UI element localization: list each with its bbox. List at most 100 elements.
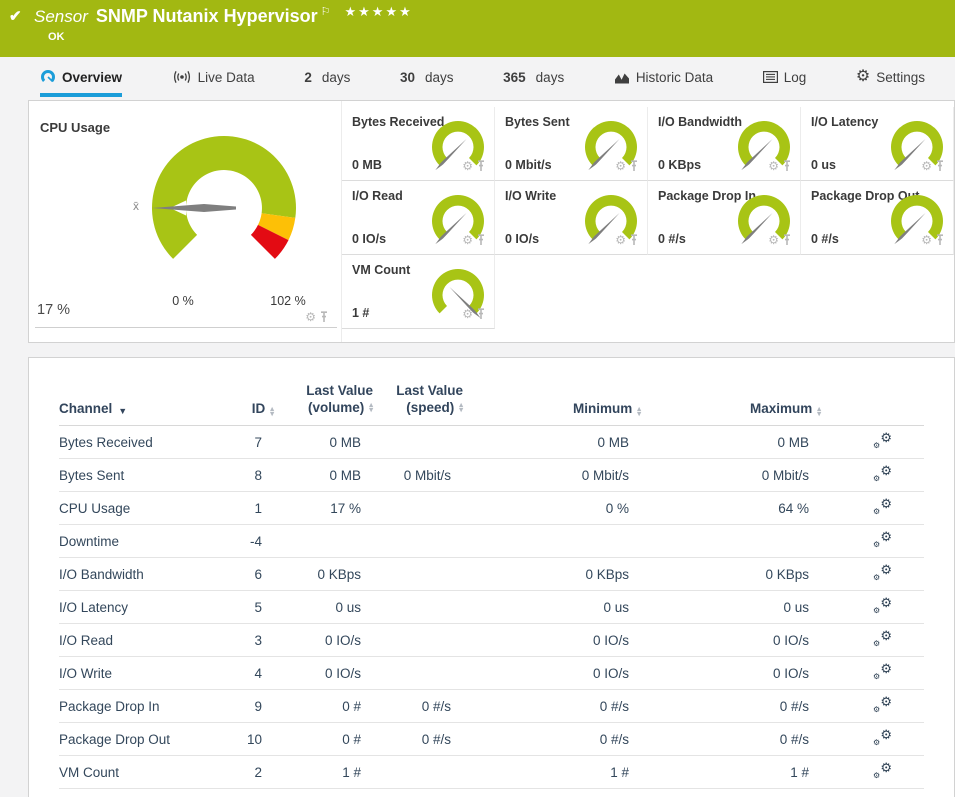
pin-icon[interactable] [476,234,486,246]
gear-icon[interactable]: ⚙ [462,234,473,246]
column-header-channel[interactable]: Channel ▼ [59,401,219,416]
column-header-minimum[interactable]: Minimum ▴▾ [463,401,641,416]
channel-name: CPU Usage [59,501,219,516]
channel-settings-icon[interactable]: ⚙ ⚙ [872,465,892,482]
gear-icon[interactable]: ⚙ [305,311,316,323]
channel-name: Bytes Sent [59,468,219,483]
channel-table-panel: Channel ▼ ID ▴▾ Last Value (volume) ▴▾ L… [28,357,955,797]
table-row[interactable]: Package Drop Out 10 0 # 0 #/s 0 #/s 0 #/… [59,723,924,756]
mini-gauge-value: 0 IO/s [352,232,386,246]
gear-icon[interactable]: ⚙ [768,160,779,172]
mini-gauge-ring [432,195,484,239]
table-row[interactable]: Downtime -4 ⚙ ⚙ [59,525,924,558]
minimum-value: 0 us [463,600,641,615]
channel-settings-icon[interactable]: ⚙ ⚙ [872,597,892,614]
last-value-speed: 0 Mbit/s [373,468,463,483]
pin-icon[interactable] [319,311,329,323]
object-kind-label: Sensor [34,7,88,27]
minimum-value: 0 #/s [463,699,641,714]
maximum-value: 0 IO/s [641,633,821,648]
tab-live-data[interactable]: Live Data [172,57,255,97]
priority-stars[interactable]: ★★★★★ [344,4,412,20]
channel-id: 2 [219,765,274,780]
mini-gauge-value: 0 us [811,158,836,172]
last-value-volume: 0 IO/s [274,633,373,648]
table-row[interactable]: Bytes Received 7 0 MB 0 MB 0 MB ⚙ ⚙ [59,426,924,459]
pin-icon[interactable] [782,234,792,246]
channel-settings-icon[interactable]: ⚙ ⚙ [872,663,892,680]
channel-settings-icon[interactable]: ⚙ ⚙ [872,432,892,449]
mini-gauge-title: I/O Read [352,189,403,203]
last-value-speed: 0 #/s [373,732,463,747]
channel-settings-icon[interactable]: ⚙ ⚙ [872,498,892,515]
mini-gauge-ring [738,121,790,165]
gear-icon[interactable]: ⚙ [462,160,473,172]
last-value-volume: 0 # [274,699,373,714]
gear-icon[interactable]: ⚙ [615,160,626,172]
table-row[interactable]: I/O Write 4 0 IO/s 0 IO/s 0 IO/s ⚙ ⚙ [59,657,924,690]
tab-settings[interactable]: ⚙ Settings [856,57,925,97]
pin-icon[interactable] [476,160,486,172]
gear-icon[interactable]: ⚙ [615,234,626,246]
channel-settings-icon[interactable]: ⚙ ⚙ [872,729,892,746]
channel-id: 4 [219,666,274,681]
tab-365-days[interactable]: 365 days [503,57,564,97]
sort-icon[interactable]: ▴▾ [817,407,821,416]
maximum-value: 0 MB [641,435,821,450]
channel-settings-icon[interactable]: ⚙ ⚙ [872,762,892,779]
empty-cell [801,255,954,329]
table-row[interactable]: I/O Read 3 0 IO/s 0 IO/s 0 IO/s ⚙ ⚙ [59,624,924,657]
channel-settings-icon[interactable]: ⚙ ⚙ [872,564,892,581]
sort-desc-icon[interactable]: ▼ [118,406,127,416]
channel-settings-icon[interactable]: ⚙ ⚙ [872,531,892,548]
mini-gauge-cell: Bytes Sent 0 Mbit/s ⚙ [495,107,648,181]
gear-icon[interactable]: ⚙ [768,234,779,246]
channel-name: I/O Read [59,633,219,648]
column-header-last-value-speed[interactable]: Last Value (speed) ▴▾ [373,382,463,416]
tab-historic-data[interactable]: Historic Data [614,57,713,97]
flag-icon: ⚐ [321,5,331,18]
channel-settings-icon[interactable]: ⚙ ⚙ [872,630,892,647]
table-row[interactable]: VM Count 2 1 # 1 # 1 # ⚙ ⚙ [59,756,924,789]
sensor-title-line: Sensor SNMP Nutanix Hypervisor ⚐ ★★★★★ [34,6,413,27]
maximum-value: 0 #/s [641,699,821,714]
table-row[interactable]: I/O Bandwidth 6 0 KBps 0 KBps 0 KBps ⚙ ⚙ [59,558,924,591]
tab-2-days[interactable]: 2 days [304,57,350,97]
table-row[interactable]: I/O Latency 5 0 us 0 us 0 us ⚙ ⚙ [59,591,924,624]
maximum-value: 0 Mbit/s [641,468,821,483]
last-value-speed: 0 #/s [373,699,463,714]
table-row[interactable]: Bytes Sent 8 0 MB 0 Mbit/s 0 Mbit/s 0 Mb… [59,459,924,492]
column-header-last-value-volume[interactable]: Last Value (volume) ▴▾ [274,382,373,416]
channel-id: 3 [219,633,274,648]
gear-icon[interactable]: ⚙ [921,234,932,246]
tab-label: days [536,70,565,85]
pin-icon[interactable] [935,234,945,246]
tab-log[interactable]: Log [763,57,807,97]
table-row[interactable]: Package Drop In 9 0 # 0 #/s 0 #/s 0 #/s … [59,690,924,723]
maximum-value: 64 % [641,501,821,516]
minimum-value: 0 Mbit/s [463,468,641,483]
channel-settings-icon[interactable]: ⚙ ⚙ [872,696,892,713]
mini-gauge-value: 0 KBps [658,158,701,172]
mini-gauge-value: 1 # [352,306,369,320]
pin-icon[interactable] [476,308,486,320]
column-header-id[interactable]: ID ▴▾ [219,401,274,416]
tab-30-days[interactable]: 30 days [400,57,454,97]
gear-icon[interactable]: ⚙ [462,308,473,320]
tab-bar: Overview Live Data 2 days 30 days 365 da… [0,57,955,97]
pin-icon[interactable] [629,234,639,246]
pin-icon[interactable] [629,160,639,172]
maximum-value: 0 KBps [641,567,821,582]
tab-number: 365 [503,70,526,85]
tab-label: days [322,70,351,85]
column-header-maximum[interactable]: Maximum ▴▾ [641,401,821,416]
tab-overview[interactable]: Overview [40,57,122,97]
empty-cell [495,255,648,329]
gear-icon[interactable]: ⚙ [921,160,932,172]
mini-gauge-cell: Package Drop Out 0 #/s ⚙ [801,181,954,255]
sensor-header-bar: ✔ Sensor SNMP Nutanix Hypervisor ⚐ ★★★★★… [0,0,955,57]
pin-icon[interactable] [782,160,792,172]
pin-icon[interactable] [935,160,945,172]
table-row[interactable]: CPU Usage 1 17 % 0 % 64 % ⚙ ⚙ [59,492,924,525]
channel-id: 9 [219,699,274,714]
